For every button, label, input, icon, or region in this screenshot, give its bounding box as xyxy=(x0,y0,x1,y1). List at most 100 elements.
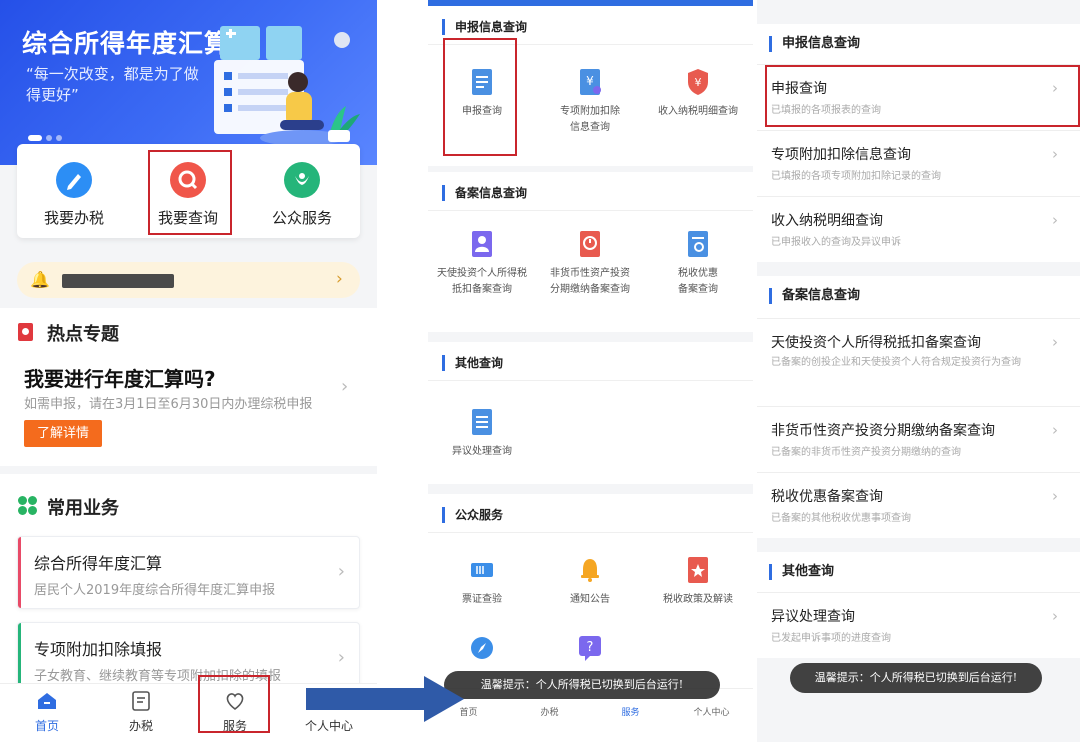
card-accent-bar xyxy=(18,537,21,608)
top-gap xyxy=(757,0,1080,8)
section-title: 常用业务 xyxy=(47,498,119,519)
row-desc: 已备案的其他税收优惠事项查询 xyxy=(771,513,911,524)
grid-item-special-deduction-query[interactable]: ¥ 专项附加扣除信息查询 xyxy=(536,68,644,148)
list-row-angel-investment[interactable]: 天使投资个人所得税抵扣备案查询 已备案的创投企业和天使投资个人符合规定投资行为查… xyxy=(757,318,1080,406)
row-title: 专项附加扣除信息查询 xyxy=(771,147,911,163)
public-service-section: 公众服务 票证查验 通知公告 税收政策及解读 ? xyxy=(428,494,753,688)
question-icon: ? xyxy=(579,636,601,661)
notice-bar[interactable]: 🔔 › xyxy=(17,262,360,298)
row-title: 非货币性资产投资分期缴纳备案查询 xyxy=(771,423,995,439)
svg-text:?: ? xyxy=(587,640,594,655)
section-title: 公众服务 xyxy=(442,507,503,523)
banner-title: 综合所得年度汇算 xyxy=(22,29,231,58)
grid-item-compass[interactable] xyxy=(428,634,536,674)
section-title: 申报信息查询 xyxy=(769,36,860,52)
svg-text:¥: ¥ xyxy=(586,74,594,88)
chevron-right-icon: › xyxy=(1052,145,1058,163)
action-label: 我要办税 xyxy=(43,209,104,227)
highlight-box-query xyxy=(148,150,232,235)
row-desc: 已备案的非货币性资产投资分期缴纳的查询 xyxy=(771,447,961,458)
row-desc: 已填报的各项专项附加扣除记录的查询 xyxy=(771,171,941,182)
tab-label: 首页 xyxy=(34,719,59,733)
grid-item-objection-query[interactable]: 异议处理查询 xyxy=(428,408,536,468)
declare-info-header: 申报信息查询 xyxy=(757,24,1080,64)
chevron-right-icon: › xyxy=(337,561,345,582)
section-title: 备案信息查询 xyxy=(442,185,527,201)
chevron-right-icon[interactable]: › xyxy=(341,376,348,397)
row-desc: 已发起申诉事项的进度查询 xyxy=(771,633,891,644)
chevron-right-icon: › xyxy=(1052,487,1058,505)
tab-home[interactable]: 首页 xyxy=(0,684,94,742)
list-row-tax-preference[interactable]: 税收优惠备案查询 已备案的其他税收优惠事项查询 › xyxy=(757,472,1080,538)
bell-icon xyxy=(581,559,599,582)
grid-item-income-tax-detail[interactable]: ¥ 收入纳税明细查询 xyxy=(644,68,752,148)
grid-item-tax-preference[interactable]: 税收优惠备案查询 xyxy=(644,230,752,320)
row-desc: 已申报收入的查询及异议申诉 xyxy=(771,237,901,248)
toast-message: 温馨提示：个人所得税已切换到后台运行! xyxy=(790,663,1042,693)
common-business-section: 常用业务 综合所得年度汇算 居民个人2019年度综合所得年度汇算申报 › 专项附… xyxy=(0,474,377,695)
investor-icon xyxy=(472,231,492,257)
row-title: 税收优惠备案查询 xyxy=(771,489,883,505)
grid-item-ticket-check[interactable]: 票证查验 xyxy=(428,556,536,616)
divider xyxy=(428,380,753,381)
grid-item-non-monetary-asset[interactable]: 非货币性资产投资分期缴纳备案查询 xyxy=(536,230,644,320)
grid-item-label: 天使投资个人所得税抵扣备案查询 xyxy=(437,268,527,295)
i-want-to-file-tax-button[interactable]: 我要办税 xyxy=(19,144,129,238)
clover-icon xyxy=(18,496,38,516)
tab-label: 办税 xyxy=(540,708,559,718)
home-icon xyxy=(38,693,56,709)
section-title: 备案信息查询 xyxy=(769,288,860,304)
annual-settlement-banner[interactable]: 综合所得年度汇算 “每一次改变，都是为了做得更好” xyxy=(0,0,377,165)
deduction-icon: ¥ xyxy=(580,69,601,95)
ticket-icon xyxy=(471,563,493,577)
grid-item-label: 异议处理查询 xyxy=(452,446,512,457)
list-row-non-monetary-asset[interactable]: 非货币性资产投资分期缴纳备案查询 已备案的非货币性资产投资分期缴纳的查询 › xyxy=(757,406,1080,472)
grid-item-label: 通知公告 xyxy=(570,594,610,605)
arrow-right-icon xyxy=(306,676,464,722)
bell-icon: 🔔 xyxy=(30,270,50,289)
filing-info-section: 备案信息查询 天使投资个人所得税抵扣备案查询 非货币性资产投资分期缴纳备案查询 … xyxy=(428,172,753,332)
grid-item-angel-investment[interactable]: 天使投资个人所得税抵扣备案查询 xyxy=(428,230,536,320)
public-service-button[interactable]: 公众服务 xyxy=(247,144,357,238)
grid-item-label: 收入纳税明细查询 xyxy=(658,106,738,117)
list-row-special-deduction[interactable]: 专项附加扣除信息查询 已填报的各项专项附加扣除记录的查询 › xyxy=(757,130,1080,196)
pen-icon xyxy=(56,162,92,198)
list-row-objection-query[interactable]: 异议处理查询 已发起申诉事项的进度查询 › xyxy=(757,592,1080,658)
hot-topic-icon xyxy=(18,323,33,341)
row-title: 异议处理查询 xyxy=(771,609,855,625)
card-desc: 居民个人2019年度综合所得年度汇算申报 xyxy=(34,583,276,598)
chevron-right-icon: › xyxy=(1052,211,1058,229)
card-title: 综合所得年度汇算 xyxy=(34,554,163,573)
grid-item-help[interactable]: ? xyxy=(536,634,644,674)
chevron-right-icon: › xyxy=(1052,333,1058,351)
chevron-right-icon: › xyxy=(336,269,343,289)
chevron-right-icon: › xyxy=(337,647,345,668)
grid-item-label: 票证查验 xyxy=(462,594,502,605)
doc-search-icon xyxy=(688,231,708,257)
flower-icon xyxy=(284,162,320,198)
section-title: 其他查询 xyxy=(769,564,834,580)
toast-message: 温馨提示：个人所得税已切换到后台运行! xyxy=(444,671,720,699)
grid-item-tax-policy[interactable]: 税收政策及解读 xyxy=(644,556,752,616)
shield-yen-icon: ¥ xyxy=(688,69,708,95)
grid-item-notice[interactable]: 通知公告 xyxy=(536,556,644,616)
hot-topic-question[interactable]: 我要进行年度汇算吗? xyxy=(24,363,216,392)
learn-more-button[interactable]: 了解详情 xyxy=(24,420,102,447)
chevron-right-icon: › xyxy=(1052,607,1058,625)
svg-text:¥: ¥ xyxy=(695,76,702,89)
other-query-section: 其他查询 异议处理查询 xyxy=(428,342,753,484)
compass-icon xyxy=(471,637,493,659)
row-title: 天使投资个人所得税抵扣备案查询 xyxy=(771,335,981,351)
clock-doc-icon xyxy=(580,231,600,257)
redacted-notice-text xyxy=(62,274,174,288)
policy-icon xyxy=(688,557,708,583)
hot-topics-section: 热点专题 我要进行年度汇算吗? 如需申报，请在3月1日至6月30日内办理综税申报… xyxy=(0,308,377,466)
banner-slogan: “每一次改变，都是为了做得更好” xyxy=(26,65,199,104)
tab-tax[interactable]: 办税 xyxy=(94,684,188,742)
grid-item-label: 非货币性资产投资分期缴纳备案查询 xyxy=(550,268,630,295)
hot-topic-desc: 如需申报，请在3月1日至6月30日内办理综税申报 xyxy=(24,397,313,412)
section-title: 申报信息查询 xyxy=(442,19,527,35)
business-card-annual-settlement[interactable]: 综合所得年度汇算 居民个人2019年度综合所得年度汇算申报 › xyxy=(17,536,360,609)
row-title: 收入纳税明细查询 xyxy=(771,213,883,229)
list-row-income-tax-detail[interactable]: 收入纳税明细查询 已申报收入的查询及异议申诉 › xyxy=(757,196,1080,262)
